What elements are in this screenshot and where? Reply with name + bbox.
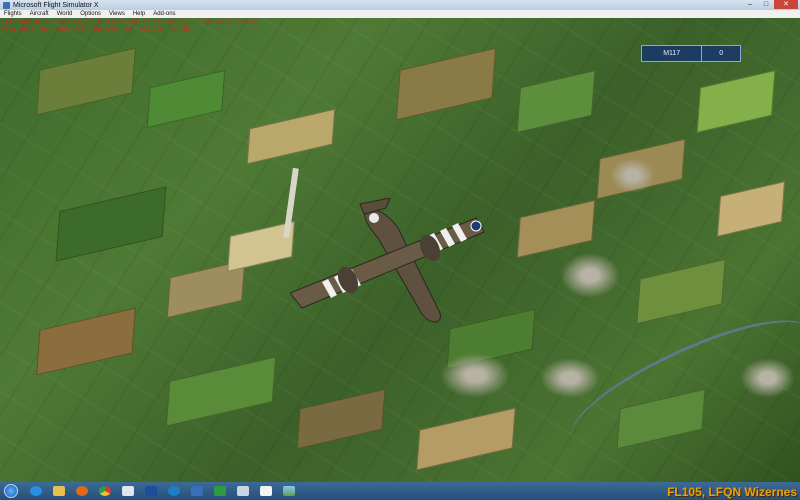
terrain-field [296,388,386,450]
menu-bar: Flights Aircraft World Options Views Hel… [0,10,800,18]
folder-icon[interactable] [50,484,68,498]
maximize-button[interactable]: □ [758,0,774,9]
village [560,253,620,298]
terrain-field [165,356,277,427]
menu-views[interactable]: Views [105,10,129,18]
app-icon [3,1,10,9]
multiplayer-hud: M117 0 [641,45,741,62]
flight-icon[interactable] [234,484,252,498]
hud-value: 0 [719,50,724,57]
terrain-field [416,407,516,471]
n-app-icon[interactable] [142,484,160,498]
debug-info: Lat: N49 46.63 Lon: E4 42.31 Alt 10500 f… [2,19,258,33]
windows-logo-icon [4,484,18,498]
terrain-field [395,47,497,121]
location-caption: FL105, LFQN Wizernes [667,485,797,499]
village [540,358,600,398]
terrain-field [146,69,226,129]
fsx-icon[interactable] [211,484,229,498]
debug-line-2: Frm: 29.8 fps LOD: 4.5 IAS 178 VS -100 f… [2,26,190,33]
menu-aircraft[interactable]: Aircraft [26,10,53,18]
terrain-field [516,199,596,259]
chrome-icon[interactable] [96,484,114,498]
aircraft [289,197,500,348]
star-insignia-icon [470,220,482,232]
terrain-field [36,47,136,116]
canopy [369,213,379,223]
minimize-button[interactable]: – [742,0,758,9]
menu-world[interactable]: World [53,10,77,18]
simulator-viewport[interactable]: M117 0 [0,18,800,482]
village [610,158,655,193]
terrain-field [55,186,167,262]
start-button[interactable] [0,482,22,500]
hud-aircraft-id: M117 [642,46,703,61]
window-titlebar[interactable]: Microsoft Flight Simulator X – □ ✕ [0,0,800,10]
ie-icon[interactable] [27,484,45,498]
aircraft-silhouette [289,197,485,323]
app-window-icon[interactable] [257,484,275,498]
menu-addons[interactable]: Add-ons [149,10,179,18]
village [440,353,510,398]
menu-options[interactable]: Options [76,10,105,18]
notepad-icon[interactable] [119,484,137,498]
terrain-field [696,69,776,134]
window-title: Microsoft Flight Simulator X [13,1,99,9]
media-player-icon[interactable] [73,484,91,498]
menu-flights[interactable]: Flights [0,10,26,18]
terrain-field [246,108,336,165]
terrain-field [636,258,726,325]
window-controls: – □ ✕ [742,0,798,10]
menu-help[interactable]: Help [129,10,149,18]
close-button[interactable]: ✕ [774,0,798,9]
debug-line-1: Lat: N49 46.63 Lon: E4 42.31 Alt 10500 f… [2,19,258,26]
terrain-field [36,307,136,376]
terrain-field [716,181,786,237]
edge-icon[interactable] [165,484,183,498]
paint-icon[interactable] [188,484,206,498]
terrain-field [516,69,596,134]
tray-landscape-icon[interactable] [280,484,298,498]
